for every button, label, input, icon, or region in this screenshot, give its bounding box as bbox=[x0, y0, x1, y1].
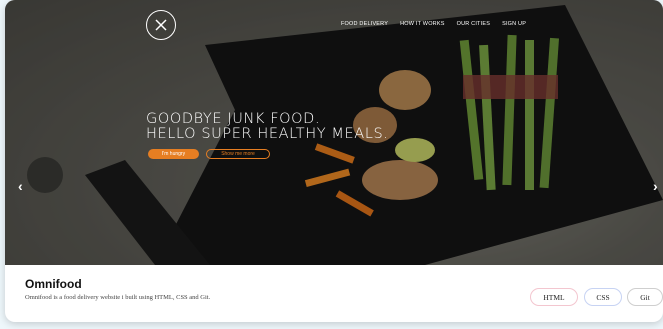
hero-headline: GOODBYE JUNK FOOD. HELLO SUPER HEALTHY M… bbox=[146, 112, 389, 142]
nav-item-food-delivery[interactable]: FOOD DELIVERY bbox=[341, 21, 388, 27]
hero-headline-line2: HELLO SUPER HEALTHY MEALS. bbox=[146, 126, 389, 142]
tag-css[interactable]: CSS bbox=[584, 288, 622, 306]
chevron-right-icon[interactable]: › bbox=[653, 178, 658, 194]
nav-item-our-cities[interactable]: OUR CITIES bbox=[457, 21, 490, 27]
project-description: Omnifood is a food delivery website i bu… bbox=[25, 294, 211, 301]
tag-git[interactable]: Git bbox=[627, 288, 663, 306]
hero-image: FOOD DELIVERY HOW IT WORKS OUR CITIES SI… bbox=[5, 0, 663, 265]
logo-icon[interactable] bbox=[146, 10, 176, 40]
project-card: FOOD DELIVERY HOW IT WORKS OUR CITIES SI… bbox=[5, 0, 663, 322]
project-title: Omnifood bbox=[25, 277, 82, 291]
main-nav: FOOD DELIVERY HOW IT WORKS OUR CITIES SI… bbox=[341, 21, 538, 27]
tag-html[interactable]: HTML bbox=[530, 288, 578, 306]
show-me-more-button[interactable]: Show me more bbox=[206, 149, 270, 159]
nav-item-how-it-works[interactable]: HOW IT WORKS bbox=[400, 21, 444, 27]
chevron-left-icon[interactable]: ‹ bbox=[18, 178, 23, 194]
nav-item-sign-up[interactable]: SIGN UP bbox=[502, 21, 526, 27]
hero-headline-line1: GOODBYE JUNK FOOD. bbox=[146, 111, 321, 127]
im-hungry-button[interactable]: I'm hungry bbox=[148, 149, 199, 159]
